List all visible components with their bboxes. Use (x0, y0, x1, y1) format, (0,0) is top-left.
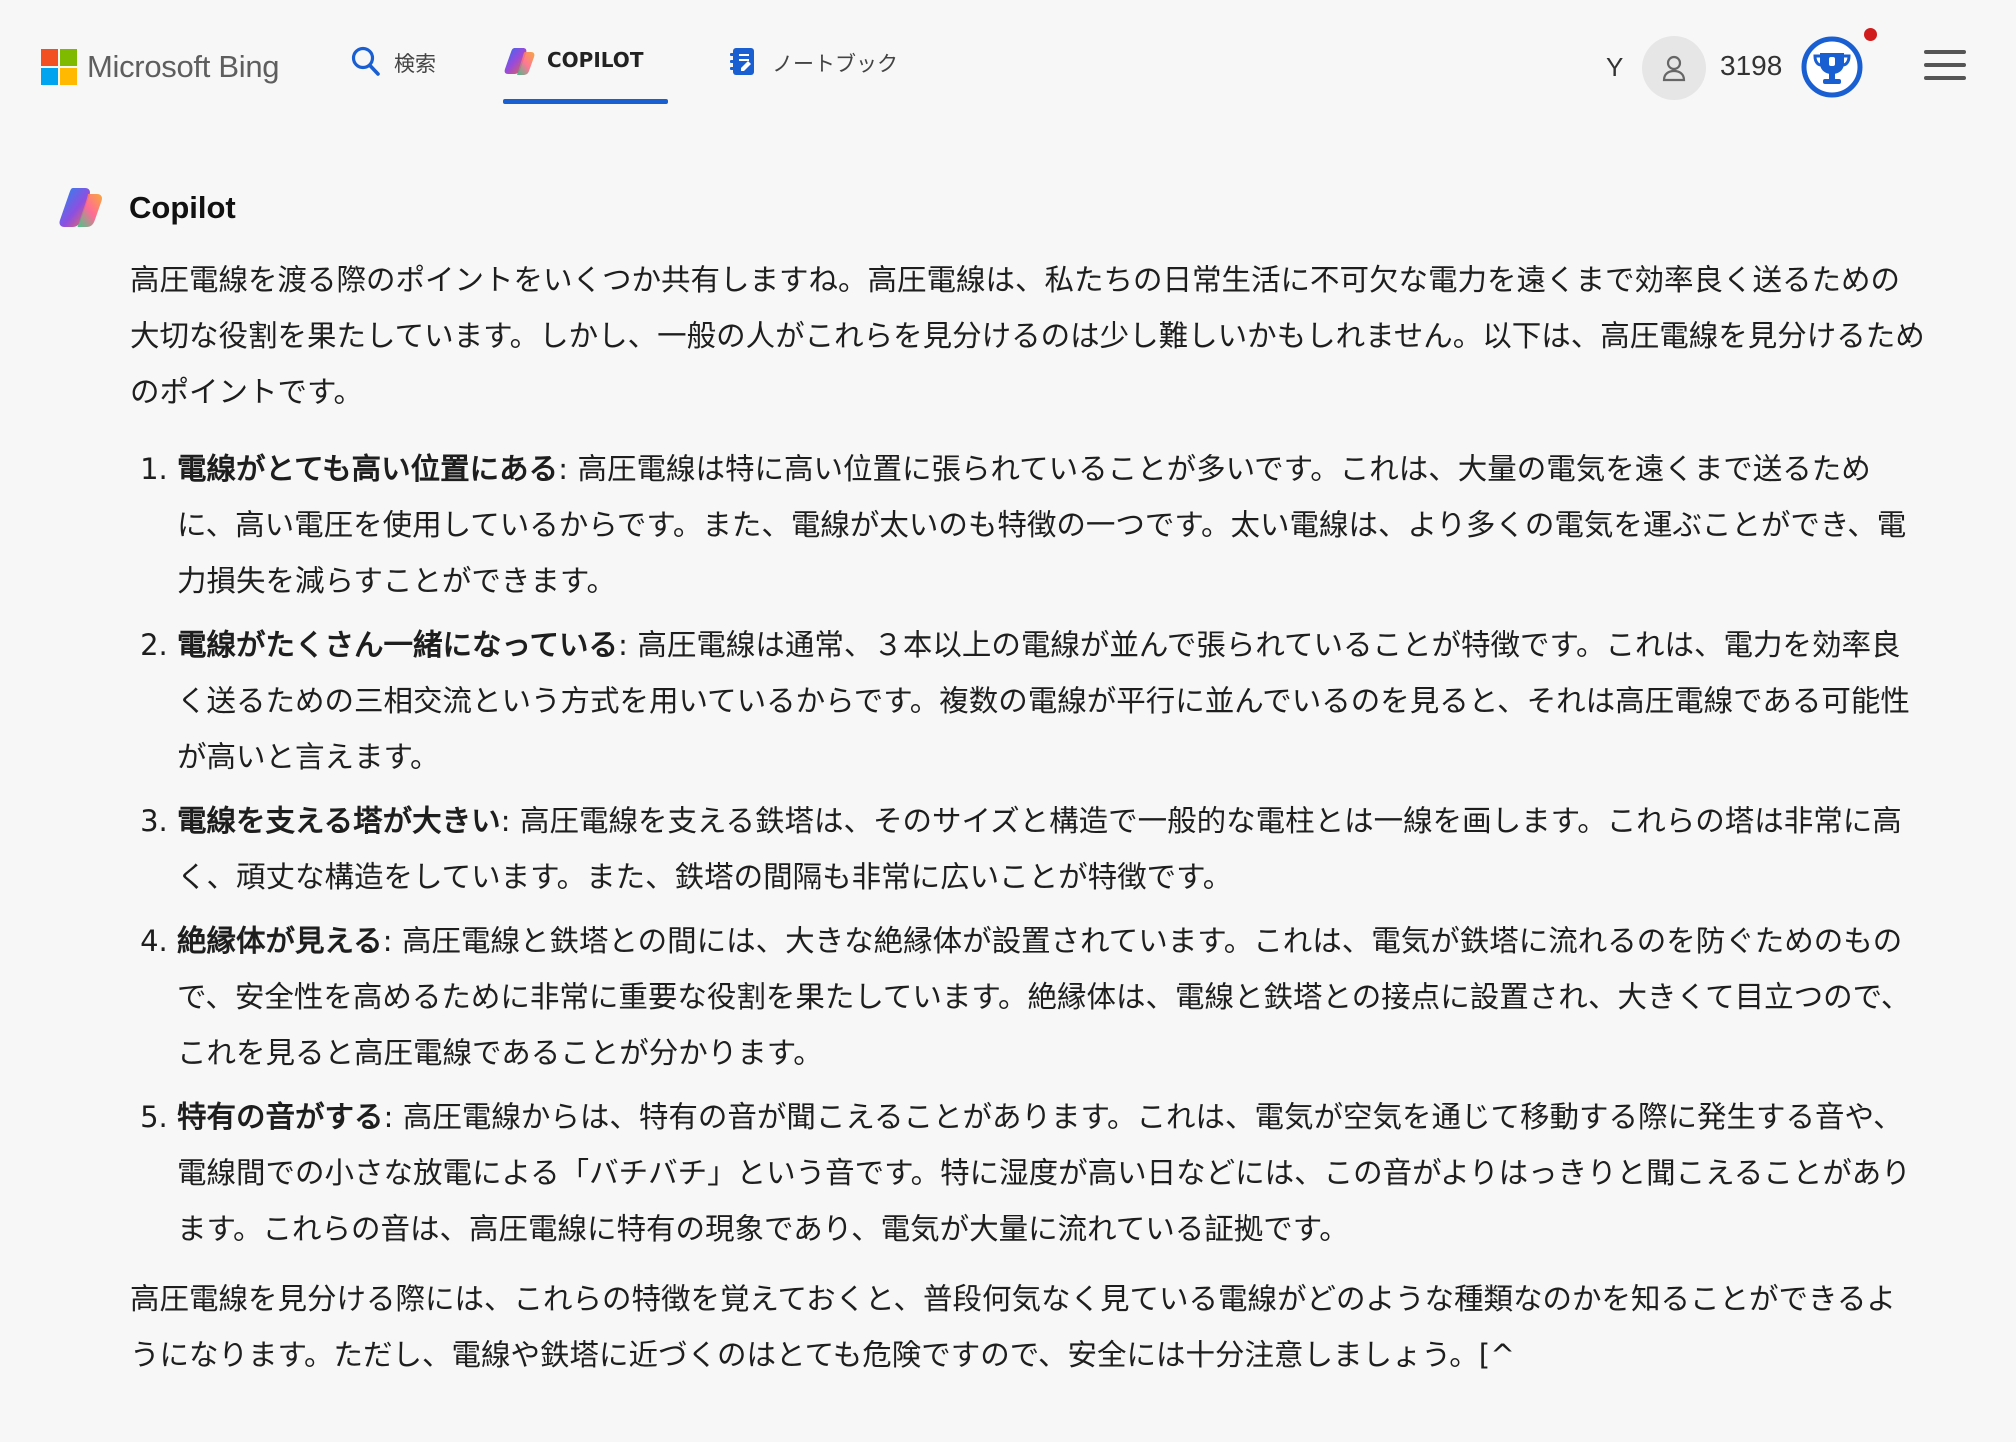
list-item: 電線がたくさん一緒になっている: 高圧電線は通常、３本以上の電線が並んで張られて… (177, 617, 1925, 785)
microsoft-bing-logo[interactable]: Microsoft Bing (41, 48, 280, 86)
notebook-icon (730, 48, 754, 75)
copilot-response: 高圧電線を渡る際のポイントをいくつか共有しますね。高圧電線は、私たちの日常生活に… (130, 252, 1925, 1383)
search-icon (351, 46, 380, 76)
point-title: 絶縁体が見える (177, 924, 383, 958)
user-initial[interactable]: Y (1606, 52, 1623, 83)
brand-name: Microsoft Bing (87, 49, 280, 84)
sender-name: Copilot (129, 190, 236, 225)
list-item: 絶縁体が見える: 高圧電線と鉄塔との間には、大きな絶縁体が設置されています。これ… (177, 913, 1925, 1081)
point-text: : 高圧電線からは、特有の音が聞こえることがあります。これは、電気が空気を通じて… (177, 1100, 1911, 1246)
rewards-trophy-icon[interactable] (1800, 35, 1864, 99)
microsoft-logo-icon (41, 49, 77, 85)
point-text: : 高圧電線と鉄塔との間には、大きな絶縁体が設置されています。これは、電気が鉄塔… (177, 924, 1911, 1070)
avatar[interactable] (1642, 36, 1706, 100)
tab-copilot[interactable]: COPILOT (503, 44, 668, 104)
points-list: 電線がとても高い位置にある: 高圧電線は特に高い位置に張られていることが多いです… (130, 441, 1925, 1257)
tab-search[interactable]: 検索 (350, 44, 436, 104)
tab-search-label: 検索 (394, 52, 436, 76)
notification-dot (1864, 28, 1877, 41)
menu-icon[interactable] (1924, 50, 1966, 82)
list-item: 特有の音がする: 高圧電線からは、特有の音が聞こえることがあります。これは、電気… (177, 1089, 1925, 1257)
rewards-points[interactable]: 3198 (1720, 50, 1782, 82)
tab-copilot-label: COPILOT (547, 48, 644, 72)
point-title: 電線がたくさん一緒になっている (177, 628, 619, 662)
point-title: 特有の音がする (177, 1100, 384, 1134)
user-icon (1662, 55, 1686, 82)
list-item: 電線を支える塔が大きい: 高圧電線を支える鉄塔は、そのサイズと構造で一般的な電柱… (177, 793, 1925, 905)
point-title: 電線がとても高い位置にある (177, 452, 559, 486)
copilot-icon (504, 48, 535, 75)
top-bar: Microsoft Bing 検索 COPILOT ノートブック Y 3198 (0, 0, 2016, 116)
message-header: Copilot (55, 183, 236, 233)
tab-notebook[interactable]: ノートブック (728, 44, 898, 104)
copilot-icon (59, 188, 102, 227)
active-tab-indicator (503, 99, 668, 104)
list-item: 電線がとても高い位置にある: 高圧電線は特に高い位置に張られていることが多いです… (177, 441, 1925, 609)
response-intro: 高圧電線を渡る際のポイントをいくつか共有しますね。高圧電線は、私たちの日常生活に… (130, 263, 1925, 409)
tab-notebook-label: ノートブック (772, 52, 898, 76)
response-outro: 高圧電線を見分ける際には、これらの特徴を覚えておくと、普段何気なく見ている電線が… (130, 1282, 1896, 1372)
point-title: 電線を支える塔が大きい (177, 804, 501, 838)
